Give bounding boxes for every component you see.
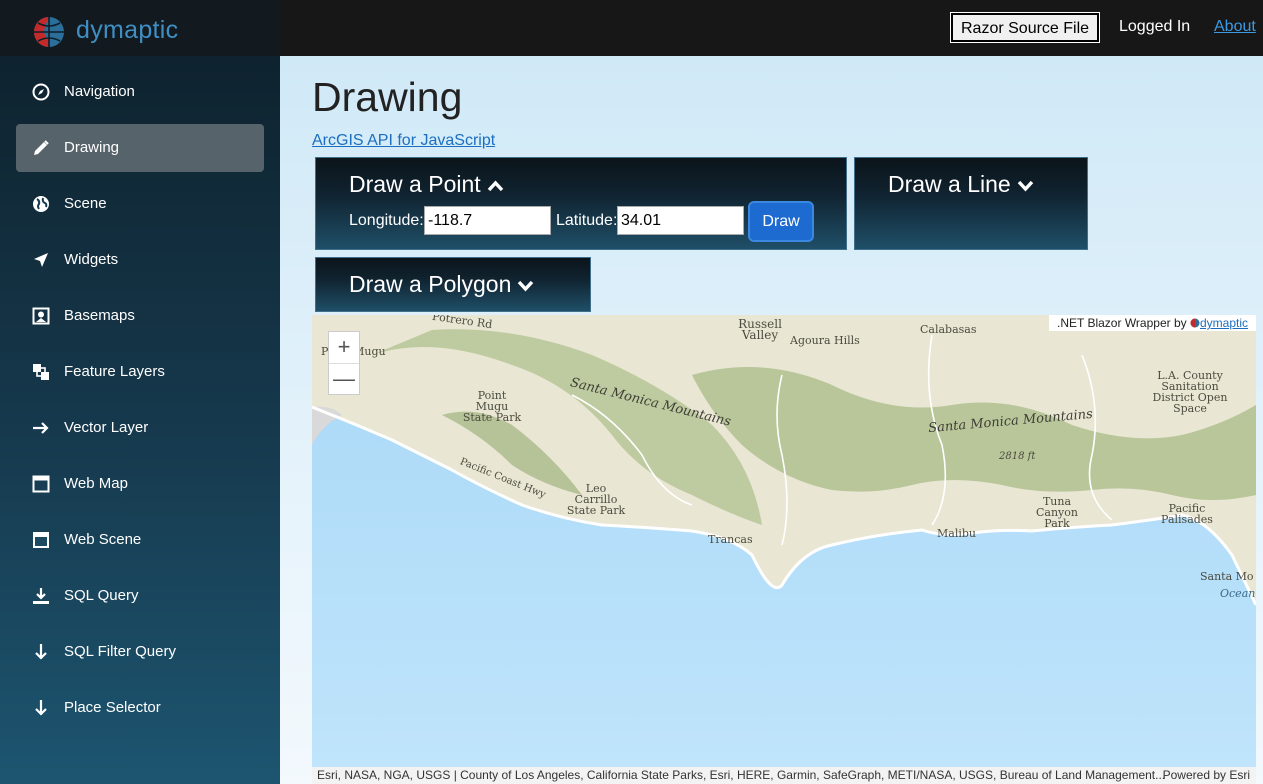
arrow-right-icon (33, 422, 49, 434)
sidebar-item-label: Scene (64, 195, 107, 212)
sidebar-item-label: Basemaps (64, 307, 135, 324)
top-bar (280, 0, 1263, 56)
dymaptic-link[interactable]: dymaptic (1200, 316, 1248, 330)
latitude-label: Latitude: (556, 212, 618, 229)
arrow-down-icon (35, 644, 47, 660)
map-label-place: Calabasas (920, 323, 977, 336)
wrapper-text: .NET Blazor Wrapper by (1057, 316, 1187, 330)
draw-point-button[interactable]: Draw (748, 201, 814, 242)
map-label-place: Santa Mo (1200, 570, 1254, 583)
sidebar-item-label: SQL Filter Query (64, 643, 176, 660)
sidebar-item-label: SQL Query (64, 587, 139, 604)
map-label-place: Malibu (937, 527, 976, 540)
sidebar-item-label: Vector Layer (64, 419, 149, 436)
sidebar-item-label: Web Map (64, 475, 128, 492)
logged-in-status: Logged In (1119, 18, 1191, 35)
sidebar-item-widgets[interactable]: Widgets (16, 236, 264, 284)
dymaptic-logo-icon (1190, 318, 1200, 328)
draw-line-header[interactable]: Draw a Line (888, 171, 1034, 198)
sidebar-item-label: Feature Layers (64, 363, 165, 380)
sidebar-item-sql-query[interactable]: SQL Query (16, 572, 264, 620)
blazor-wrapper-badge: .NET Blazor Wrapper by dymaptic (1049, 315, 1256, 331)
zoom-control: + — (328, 331, 360, 395)
zoom-in-button[interactable]: + (329, 332, 359, 364)
chevron-down-icon (1017, 180, 1033, 192)
draw-polygon-header[interactable]: Draw a Polygon (349, 271, 534, 298)
download-icon (33, 588, 49, 604)
map-label-park: Tuna Canyon Park (1036, 495, 1078, 530)
chevron-up-icon (487, 180, 503, 192)
map-label-place: Russell Valley (738, 317, 782, 342)
arcgis-api-link[interactable]: ArcGIS API for JavaScript (312, 132, 495, 150)
map-pin-square-icon (32, 307, 50, 325)
latitude-input[interactable] (617, 206, 744, 235)
panel-window-icon (33, 532, 49, 548)
map-label-place: Pacific Palisades (1161, 502, 1213, 526)
pencil-icon (34, 140, 49, 155)
compass-icon (32, 83, 50, 101)
sidebar-item-vector-layer[interactable]: Vector Layer (16, 404, 264, 452)
browser-window-icon (32, 475, 50, 493)
longitude-input[interactable] (424, 206, 551, 235)
draw-point-title: Draw a Point (349, 171, 481, 197)
chevron-down-icon (518, 280, 534, 292)
map-attribution: Esri, NASA, NGA, USGS | County of Los An… (312, 767, 1256, 784)
dymaptic-logo-icon[interactable] (32, 15, 66, 49)
sidebar-item-label: Web Scene (64, 531, 142, 548)
sidebar-item-drawing[interactable]: Drawing (16, 124, 264, 172)
map-label-park: Leo Carrillo State Park (566, 482, 626, 517)
longitude-label: Longitude: (349, 212, 424, 229)
attribution-text[interactable]: Esri, NASA, NGA, USGS | County of Los An… (317, 768, 1165, 782)
sidebar-item-feature-layers[interactable]: Feature Layers (16, 348, 264, 396)
razor-source-file-button[interactable]: Razor Source File (949, 12, 1101, 43)
sidebar-item-basemaps[interactable]: Basemaps (16, 292, 264, 340)
about-link[interactable]: About (1214, 18, 1256, 36)
location-arrow-icon (34, 253, 48, 267)
draw-line-panel: Draw a Line (854, 157, 1088, 250)
draw-polygon-panel: Draw a Polygon (315, 257, 591, 312)
sidebar-nav: Navigation Drawing Scene Widgets Basemap… (16, 68, 264, 740)
sidebar-item-place-selector[interactable]: Place Selector (16, 684, 264, 732)
map-label-place: Agoura Hills (790, 334, 860, 347)
sidebar-item-scene[interactable]: Scene (16, 180, 264, 228)
map-view[interactable]: Potrero Rd Russell Valley Agoura Hills C… (312, 315, 1256, 767)
sidebar-item-web-map[interactable]: Web Map (16, 460, 264, 508)
layers-icon (33, 364, 49, 380)
map-label-place: Trancas (708, 533, 753, 546)
brand-bar: dymaptic (0, 0, 280, 56)
draw-line-title: Draw a Line (888, 171, 1011, 197)
zoom-out-button[interactable]: — (329, 364, 359, 395)
sidebar-item-sql-filter-query[interactable]: SQL Filter Query (16, 628, 264, 676)
powered-by-esri[interactable]: Powered by Esri (1163, 768, 1250, 782)
sidebar-item-label: Drawing (64, 139, 120, 156)
draw-point-panel: Draw a Point Longitude: Latitude: Draw (315, 157, 847, 250)
map-label-water: Ocean (1220, 587, 1256, 600)
map-label-place: L.A. County Sanitation District Open Spa… (1152, 369, 1228, 415)
brand-name[interactable]: dymaptic (76, 16, 178, 45)
page-title: Drawing (312, 74, 463, 120)
map-label-elevation: 2818 ft (999, 451, 1036, 462)
sidebar-item-navigation[interactable]: Navigation (16, 68, 264, 116)
globe-icon (33, 196, 49, 212)
map-label-park: Point Mugu State Park (462, 389, 522, 424)
sidebar-item-label: Widgets (64, 251, 119, 268)
terrain-basemap (312, 315, 1256, 767)
sidebar: dymaptic Navigation Drawing Scene Widget… (0, 0, 280, 784)
sidebar-item-label: Navigation (64, 83, 135, 100)
draw-polygon-title: Draw a Polygon (349, 271, 512, 297)
sidebar-item-label: Place Selector (64, 699, 161, 716)
arrow-down-icon (35, 700, 47, 716)
sidebar-item-web-scene[interactable]: Web Scene (16, 516, 264, 564)
draw-point-header[interactable]: Draw a Point (349, 171, 504, 198)
